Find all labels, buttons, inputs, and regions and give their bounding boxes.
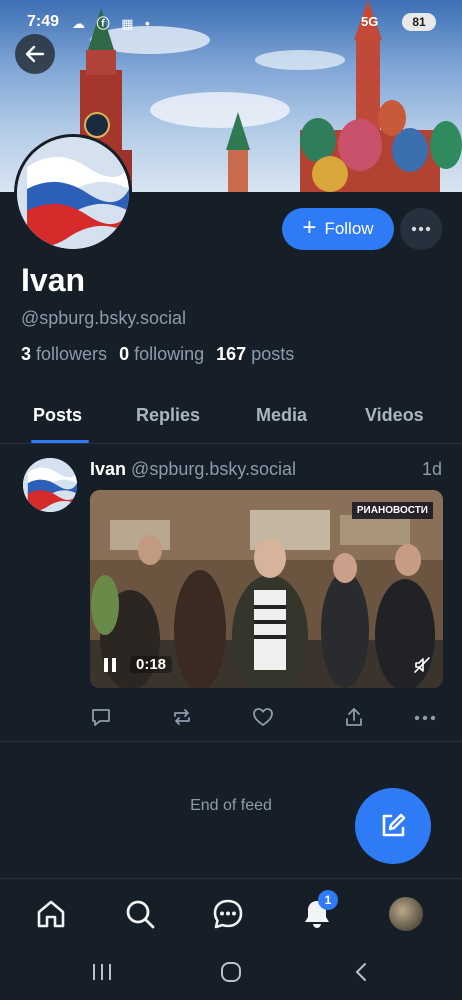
profile-avatar[interactable] — [14, 134, 132, 252]
reply-button[interactable] — [90, 706, 112, 733]
chevron-left-icon — [355, 963, 366, 981]
nav-chat[interactable] — [211, 897, 245, 936]
mute-icon[interactable] — [413, 656, 431, 679]
share-icon — [346, 708, 362, 726]
home-circle-icon — [221, 962, 241, 982]
search-icon — [126, 900, 155, 929]
post-timestamp[interactable]: 1d — [422, 459, 442, 480]
nav-search[interactable] — [123, 897, 157, 936]
post-author-name: Ivan — [90, 459, 127, 479]
compose-icon — [382, 813, 406, 837]
repost-button[interactable] — [171, 706, 193, 733]
notification-badge: 1 — [318, 890, 338, 910]
ellipsis-icon — [411, 226, 431, 232]
bottom-navigation: 1 — [0, 878, 462, 950]
followers-label: followers — [36, 344, 108, 364]
repost-icon — [174, 709, 190, 725]
battery-indicator: 81 — [402, 13, 436, 31]
back-button[interactable] — [15, 34, 55, 74]
followers-count: 3 — [21, 344, 32, 364]
feed-post[interactable]: Ivan @spburg.bsky.social 1d РИАНОВОСТИ 0… — [0, 444, 462, 742]
arrow-left-icon — [25, 45, 45, 63]
post-author-handle: @spburg.bsky.social — [131, 459, 297, 479]
profile-more-button[interactable] — [400, 208, 442, 250]
post-video[interactable]: РИАНОВОСТИ 0:18 — [90, 490, 443, 688]
posts-stat: 167 posts — [216, 344, 294, 365]
system-navigation-bar — [0, 950, 462, 1000]
profile-screen: 7:49 ☁ ⓕ ▦ • 5G 81 + Follow Ivan @spburg… — [0, 0, 462, 1000]
video-duration: 0:18 — [130, 656, 173, 673]
follow-button[interactable]: + Follow — [282, 208, 394, 250]
russian-flag-avatar-image — [17, 137, 129, 249]
status-notification-icons: ☁ ⓕ ▦ • — [72, 16, 154, 31]
tab-posts[interactable]: Posts — [33, 405, 82, 426]
display-name: Ivan — [21, 262, 86, 298]
like-button[interactable] — [252, 706, 274, 733]
chat-icon — [213, 899, 243, 929]
tab-videos[interactable]: Videos — [365, 405, 424, 426]
nav-profile-avatar[interactable] — [389, 897, 423, 931]
post-author-line[interactable]: Ivan @spburg.bsky.social — [90, 459, 296, 480]
post-author-avatar[interactable] — [23, 458, 77, 512]
post-actions — [0, 706, 462, 728]
compose-button[interactable] — [355, 788, 431, 864]
post-more-button[interactable] — [414, 710, 436, 728]
posts-label: posts — [251, 344, 295, 364]
profile-stats: 3 followers 0 following 167 posts — [21, 344, 306, 365]
home-system-button[interactable] — [219, 960, 243, 989]
russian-flag-avatar-image — [23, 458, 77, 512]
follow-label: Follow — [324, 219, 374, 238]
status-bar: 7:49 ☁ ⓕ ▦ • 5G 81 — [0, 0, 462, 44]
following-label: following — [134, 344, 205, 364]
plus-icon: + — [302, 214, 317, 241]
tab-replies[interactable]: Replies — [136, 405, 200, 426]
posts-count: 167 — [216, 344, 247, 364]
video-watermark: РИАНОВОСТИ — [351, 502, 433, 519]
active-tab-indicator — [31, 440, 89, 443]
tab-media[interactable]: Media — [256, 405, 307, 426]
following-stat[interactable]: 0 following — [119, 344, 204, 365]
network-indicator: 5G — [361, 14, 379, 29]
recent-apps-button[interactable] — [90, 960, 114, 989]
profile-tabs: Posts Replies Media Videos — [0, 392, 462, 444]
system-back-button[interactable] — [350, 960, 374, 989]
recent-apps-icon — [93, 964, 111, 980]
following-count: 0 — [119, 344, 130, 364]
profile-handle: @spburg.bsky.social — [21, 308, 187, 328]
reply-icon — [92, 709, 110, 726]
more-icon — [414, 715, 436, 721]
status-time: 7:49 — [27, 13, 60, 30]
share-button[interactable] — [343, 706, 365, 733]
speaker-muted-icon — [414, 657, 430, 673]
followers-stat[interactable]: 3 followers — [21, 344, 107, 365]
pause-icon[interactable] — [100, 655, 120, 675]
like-icon — [253, 708, 273, 726]
nav-home[interactable] — [34, 897, 68, 936]
home-icon — [37, 900, 65, 928]
